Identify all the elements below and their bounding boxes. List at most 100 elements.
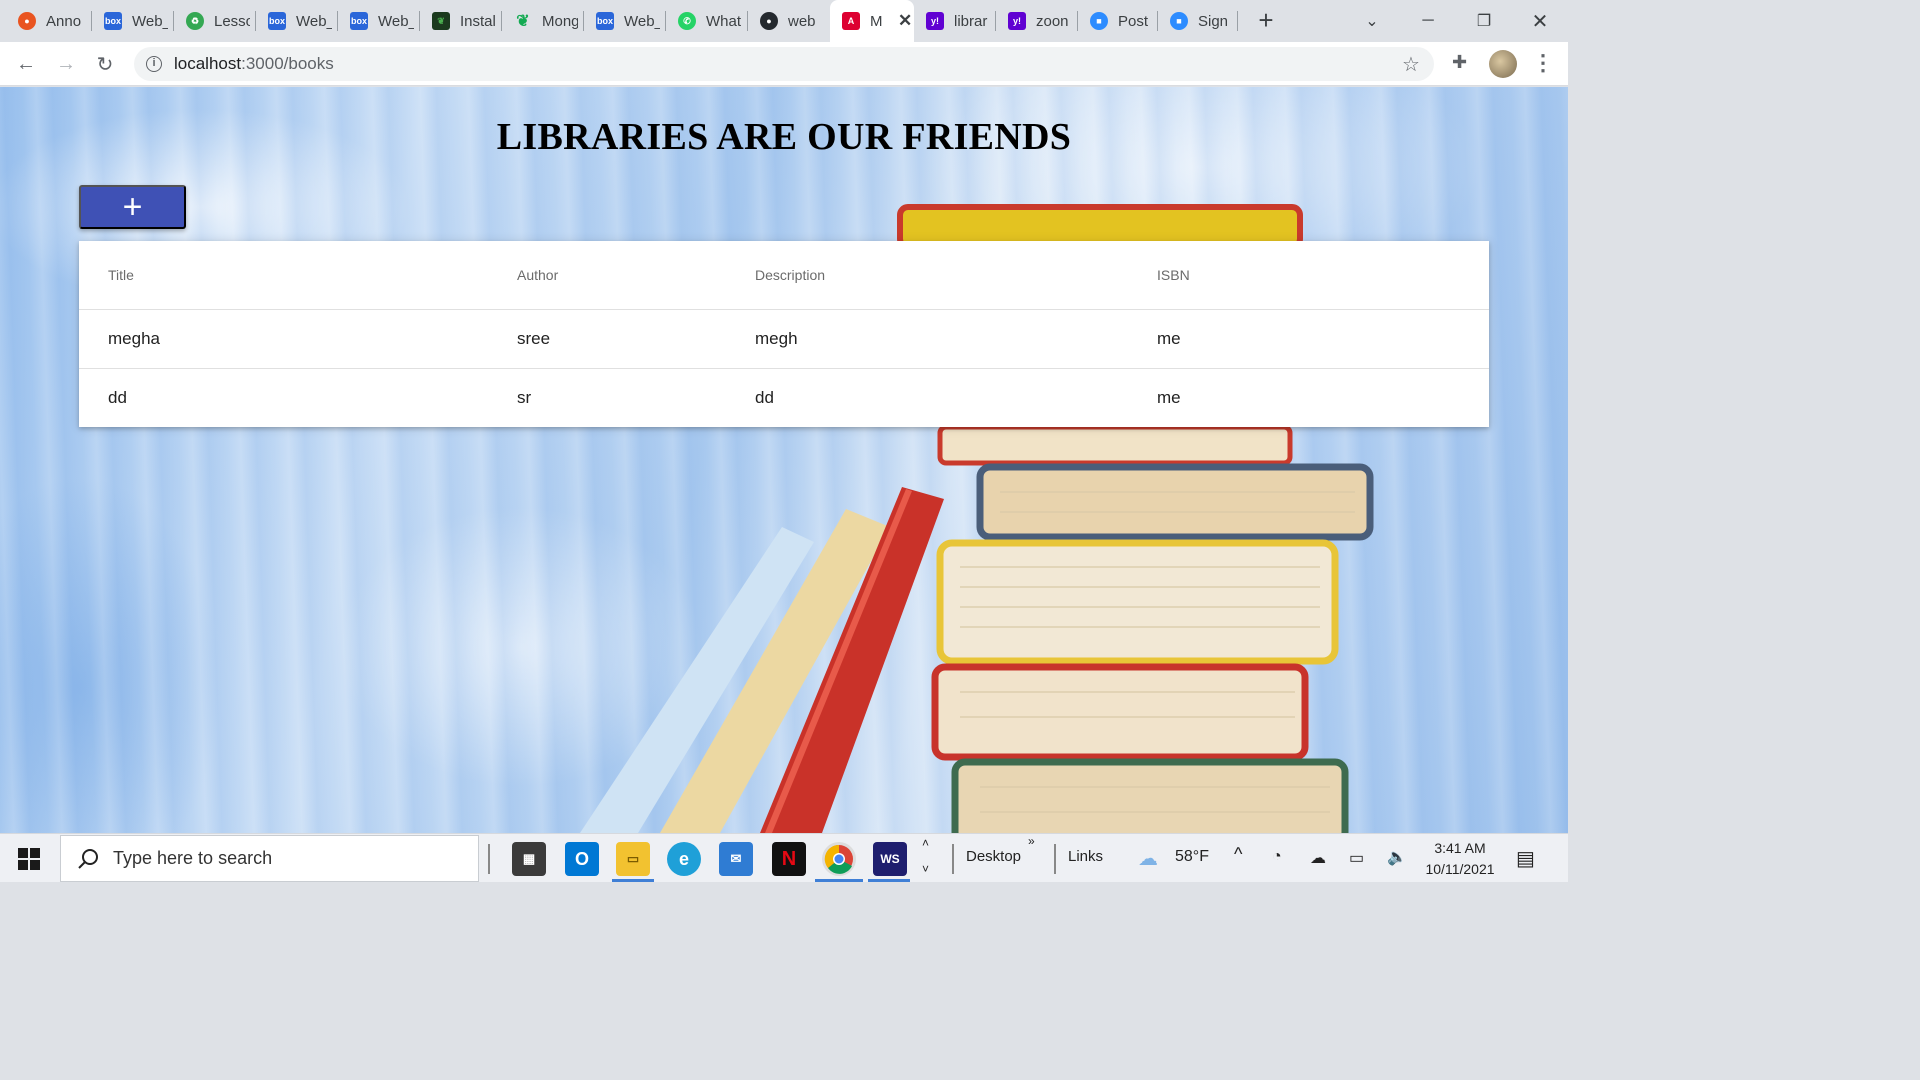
- ubuntu-icon: ●: [18, 12, 36, 30]
- browser-tab[interactable]: box Web_: [338, 0, 420, 42]
- browser-tab[interactable]: y! zoon: [996, 0, 1078, 42]
- url-host: localhost: [174, 54, 242, 73]
- outlook-icon[interactable]: O: [565, 842, 599, 876]
- box-icon: box: [350, 12, 368, 30]
- file-explorer-icon[interactable]: ▭: [616, 842, 650, 876]
- add-book-button[interactable]: +: [79, 185, 186, 229]
- tab-title: What: [706, 12, 742, 30]
- taskbar-search-box[interactable]: Type here to search: [60, 835, 479, 882]
- browser-tab[interactable]: ● web: [748, 0, 830, 42]
- browser-tab[interactable]: box Web_: [92, 0, 174, 42]
- close-tab-icon[interactable]: ✕: [898, 11, 912, 31]
- profile-avatar[interactable]: [1489, 50, 1517, 78]
- minimize-button[interactable]: ─: [1400, 0, 1456, 42]
- tab-title: M: [870, 12, 883, 30]
- tab-title: Mong: [542, 12, 578, 30]
- mongodb-leaf-icon: ❦: [432, 12, 450, 30]
- active-app-indicator: [868, 879, 910, 882]
- browser-tab[interactable]: box Web_: [256, 0, 338, 42]
- active-app-indicator: [815, 879, 863, 882]
- edge-icon[interactable]: e: [667, 842, 701, 876]
- column-header-isbn[interactable]: ISBN: [1157, 241, 1489, 310]
- column-header-title[interactable]: Title: [79, 241, 517, 310]
- column-header-author[interactable]: Author: [517, 241, 755, 310]
- browser-menu-icon[interactable]: ⋮: [1532, 50, 1554, 78]
- cell-isbn: me: [1157, 309, 1489, 369]
- tab-title: web: [788, 12, 816, 30]
- tab-separator: [1237, 11, 1238, 31]
- store-icon[interactable]: ▦: [512, 842, 546, 876]
- reload-icon[interactable]: ↻: [91, 50, 119, 78]
- task-view-icon[interactable]: [488, 844, 490, 874]
- mongodb-leaf-icon: ❦: [516, 13, 530, 30]
- browser-toolbar: ← → ↻ i localhost:3000/books ☆ ✚ ⋮: [0, 42, 1568, 86]
- tab-title: Instal: [460, 12, 496, 30]
- tab-strip: ● Anno box Web_ ♻ Lesso box Web_ box Web…: [0, 0, 1568, 42]
- windows-start-button[interactable]: [0, 834, 58, 883]
- extensions-puzzle-icon[interactable]: ✚: [1452, 52, 1467, 73]
- toolbar-expand-icon[interactable]: »: [1028, 834, 1035, 848]
- mail-icon[interactable]: ✉: [719, 842, 753, 876]
- weather-cloud-icon[interactable]: ☁: [1138, 846, 1158, 871]
- zoom-icon: ■: [1170, 12, 1188, 30]
- table-row[interactable]: dd sr dd me: [79, 368, 1489, 427]
- plus-icon: +: [122, 187, 143, 226]
- browser-tab[interactable]: ♻ Lesso: [174, 0, 256, 42]
- close-window-button[interactable]: ✕: [1512, 0, 1568, 42]
- netflix-icon[interactable]: N: [772, 842, 806, 876]
- webstorm-icon[interactable]: WS: [873, 842, 907, 876]
- battery-icon[interactable]: ▭: [1349, 848, 1364, 868]
- desktop-toolbar[interactable]: Desktop: [966, 848, 1021, 865]
- system-clock[interactable]: 3:41 AM 10/11/2021: [1420, 838, 1500, 880]
- windows-taskbar: Type here to search ▦ O ▭ e ✉ N WS ˄ ˅ D…: [0, 833, 1568, 882]
- forward-arrow-icon[interactable]: →: [52, 50, 80, 78]
- zoom-icon: ■: [1090, 12, 1108, 30]
- browser-tab[interactable]: ❦ Mong: [502, 0, 584, 42]
- tab-title: Web_: [624, 12, 660, 30]
- box-icon: box: [104, 12, 122, 30]
- browser-tab[interactable]: ■ Post: [1078, 0, 1158, 42]
- browser-tab-active[interactable]: A M ✕: [830, 0, 914, 42]
- active-app-indicator: [612, 879, 654, 882]
- address-bar[interactable]: i localhost:3000/books: [134, 47, 1434, 81]
- site-info-icon[interactable]: i: [146, 56, 162, 72]
- page-viewport: LIBRARIES ARE OUR FRIENDS + Title Author…: [0, 87, 1568, 833]
- new-tab-button[interactable]: +: [1252, 6, 1280, 34]
- restore-button[interactable]: ❐: [1456, 0, 1512, 42]
- cell-author: sr: [517, 387, 532, 407]
- browser-tab[interactable]: ■ Sign: [1158, 0, 1238, 42]
- books-table: Title Author Description ISBN megha sree…: [79, 241, 1489, 427]
- scroll-down-icon[interactable]: ˅: [922, 862, 929, 876]
- angular-icon: A: [842, 12, 860, 30]
- cloud-sync-icon[interactable]: ☁: [1310, 848, 1326, 868]
- bookmark-star-icon[interactable]: ☆: [1402, 52, 1420, 77]
- chrome-icon[interactable]: [822, 842, 856, 876]
- browser-tab[interactable]: ● Anno: [6, 0, 92, 42]
- browser-tab[interactable]: box Web_: [584, 0, 666, 42]
- url-path: :3000/books: [241, 54, 334, 73]
- links-toolbar[interactable]: Links: [1068, 848, 1103, 865]
- box-icon: box: [268, 12, 286, 30]
- tab-search-chevron-icon[interactable]: ⌄: [1344, 0, 1400, 42]
- browser-tab[interactable]: y! librar: [914, 0, 996, 42]
- browser-tab[interactable]: ❦ Instal: [420, 0, 502, 42]
- box-icon: box: [596, 12, 614, 30]
- search-icon: [78, 848, 98, 869]
- weather-temperature[interactable]: 58°F: [1175, 848, 1209, 866]
- volume-icon[interactable]: 🔈: [1387, 847, 1407, 867]
- whatsapp-icon: ✆: [678, 12, 696, 30]
- yahoo-icon: y!: [1008, 12, 1026, 30]
- cell-description: dd: [755, 387, 774, 407]
- table-row[interactable]: megha sree megh me: [79, 309, 1489, 369]
- back-arrow-icon[interactable]: ←: [12, 50, 40, 78]
- show-hidden-icons-chevron[interactable]: ^: [1234, 844, 1242, 865]
- scroll-up-icon[interactable]: ˄: [922, 836, 929, 850]
- url-text[interactable]: localhost:3000/books: [174, 54, 334, 74]
- browser-tab[interactable]: ✆ What: [666, 0, 748, 42]
- column-header-description[interactable]: Description: [755, 241, 1157, 310]
- tab-title: Sign: [1198, 12, 1229, 30]
- tab-title: zoon: [1036, 12, 1069, 30]
- wifi-icon[interactable]: ◔: [1272, 848, 1282, 866]
- notifications-icon[interactable]: ▤: [1516, 846, 1535, 871]
- clock-date: 10/11/2021: [1425, 861, 1495, 877]
